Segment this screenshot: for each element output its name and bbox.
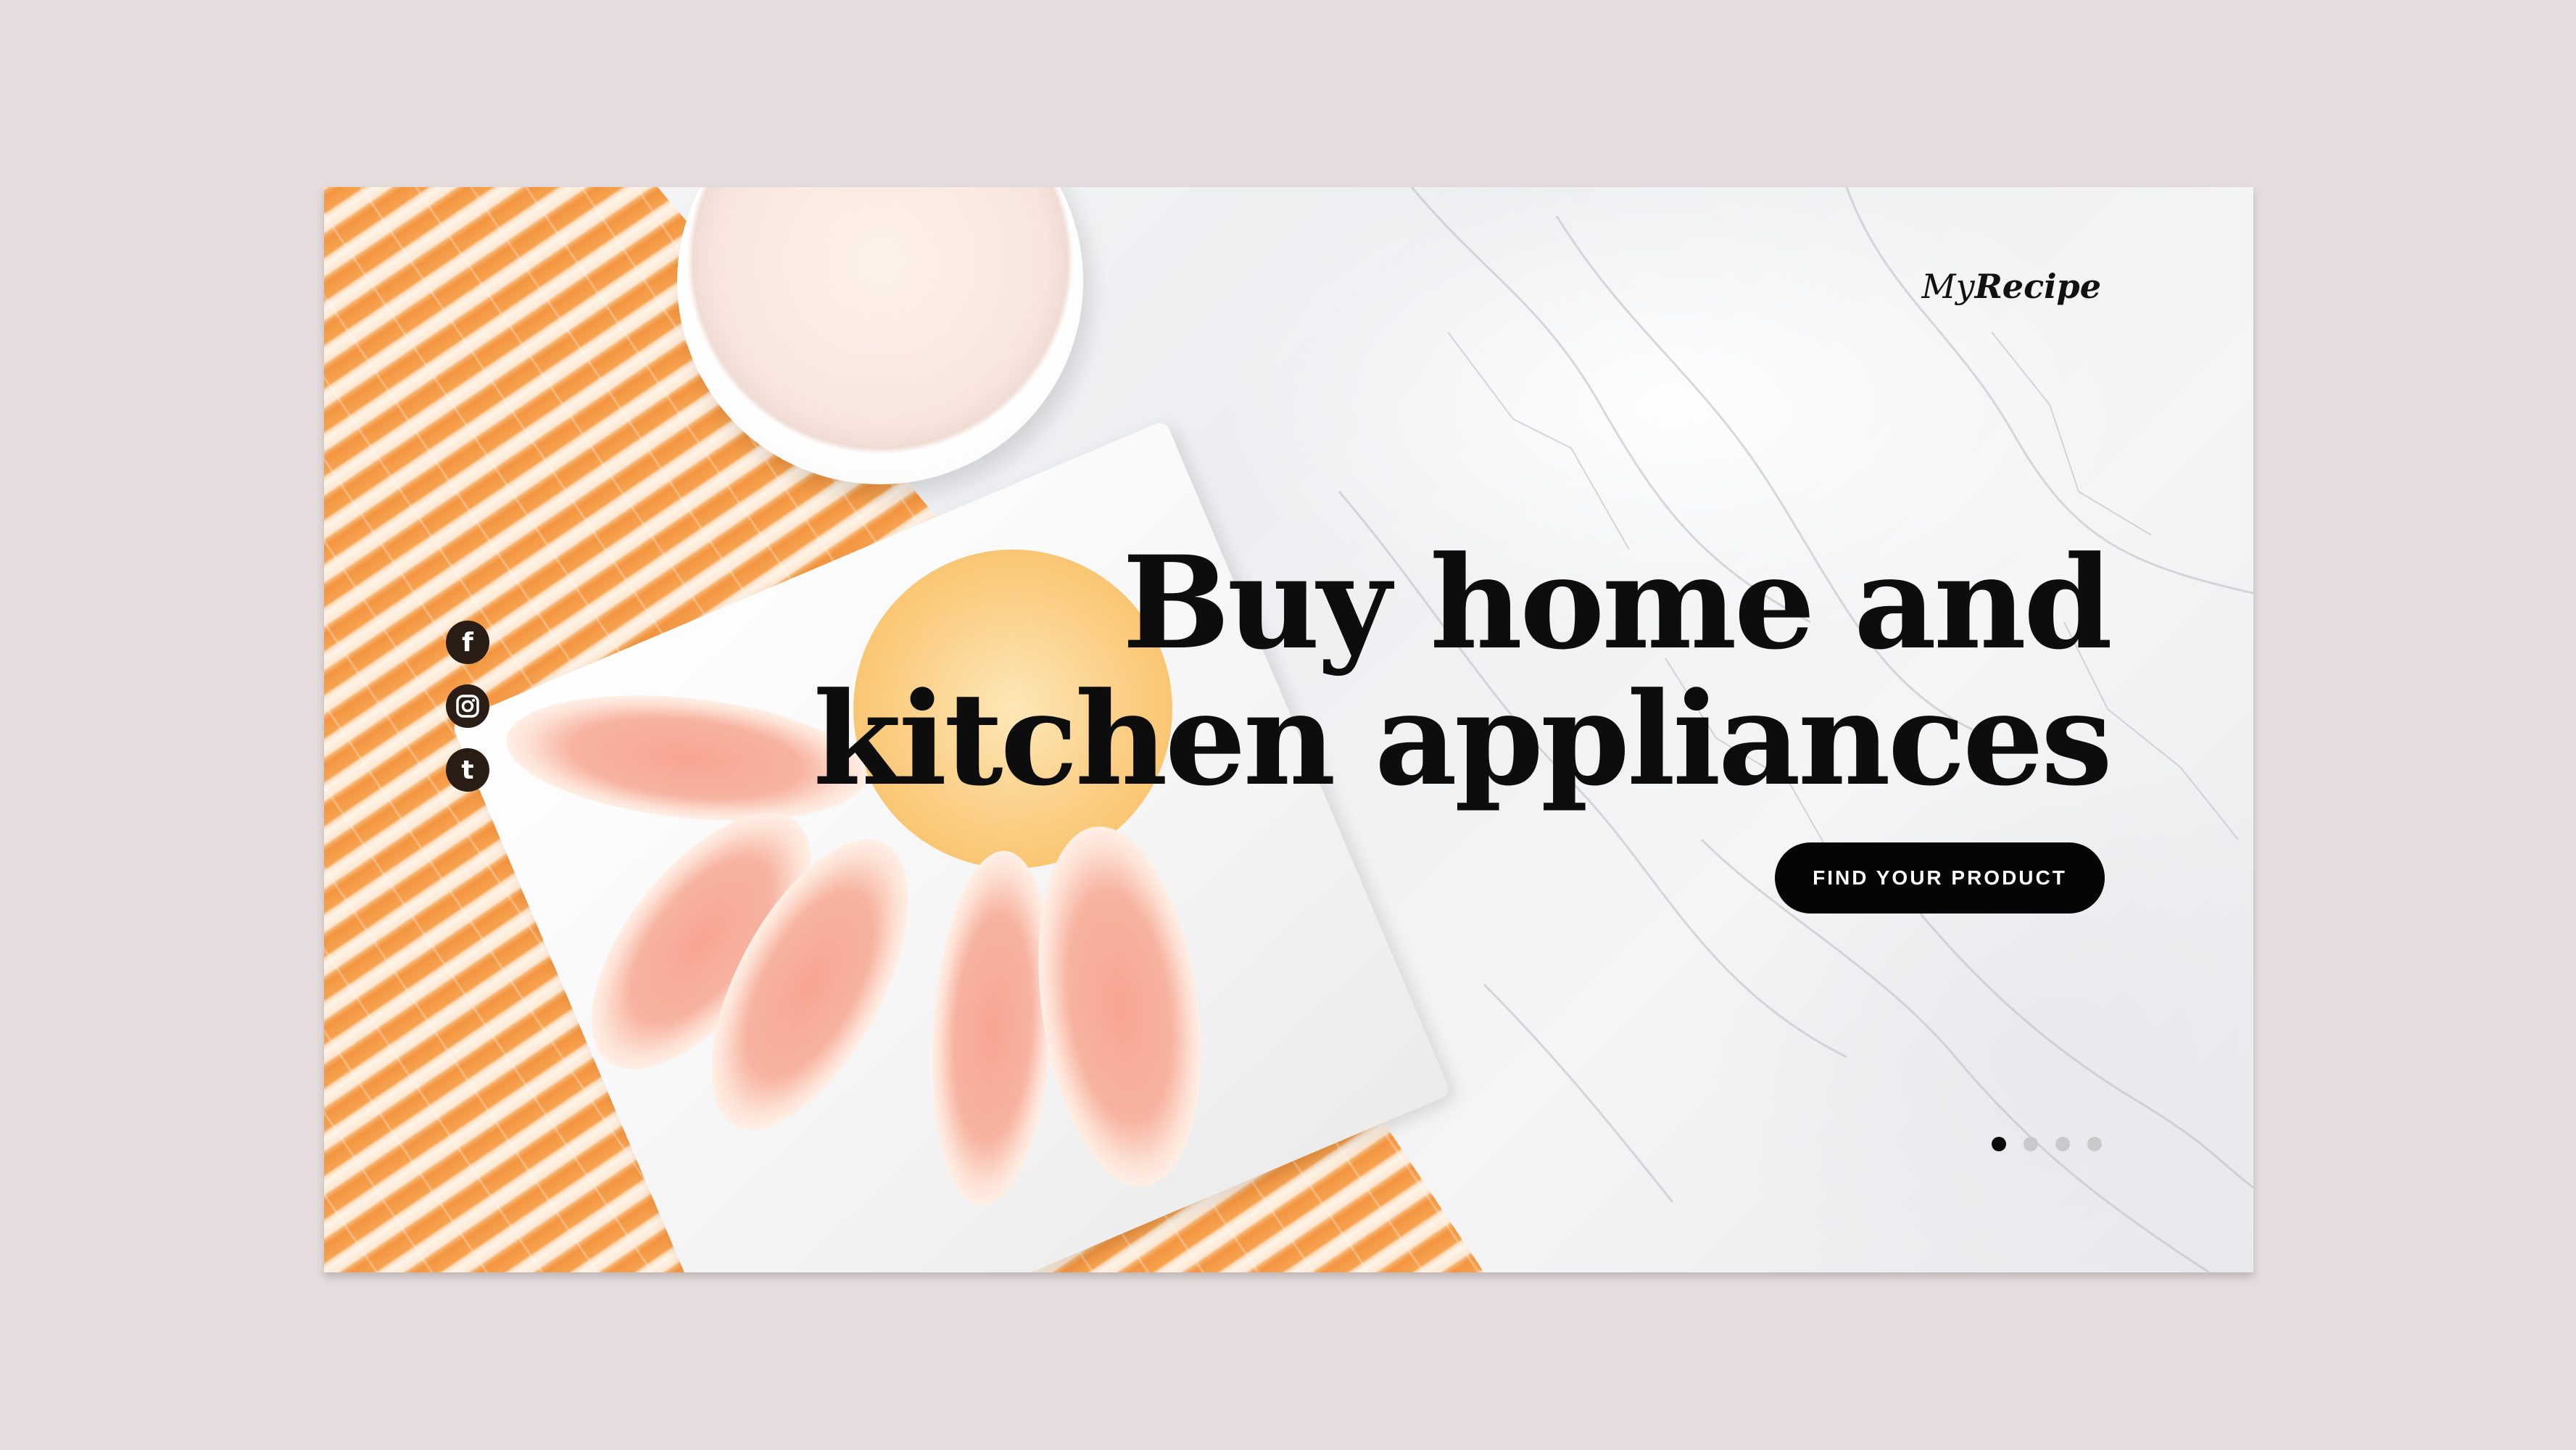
instagram-icon[interactable] [446,684,489,728]
brand-logo[interactable]: MyRecipe [1921,267,2101,306]
slider-dots [1992,1137,2102,1151]
headline-line-2: kitchen appliances [813,664,2113,814]
facebook-glyph: f [462,627,473,658]
facebook-icon[interactable]: f [446,621,489,664]
tumblr-icon[interactable]: t [446,748,489,792]
logo-regular: My [1921,267,1975,306]
slider-dot[interactable] [1992,1137,2006,1151]
headline-line-1: Buy home and [1122,528,2113,678]
logo-bold: Recipe [1974,267,2101,306]
find-product-button[interactable]: FIND YOUR PRODUCT [1775,842,2105,914]
slider-dot[interactable] [2024,1137,2038,1151]
instagram-glyph [456,695,479,718]
tumblr-glyph: t [461,755,474,785]
hero-banner: f t MyRecipe Buy home and kitchen applia… [324,187,2253,1272]
slider-dot[interactable] [2087,1137,2102,1151]
social-links: f t [446,621,489,792]
slider-dot[interactable] [2055,1137,2070,1151]
hero-headline: Buy home and kitchen appliances [805,528,2113,814]
